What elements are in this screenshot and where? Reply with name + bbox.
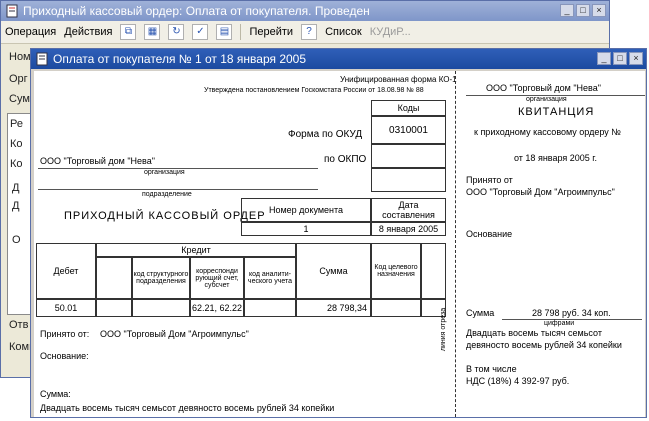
actions-menu[interactable]: Действия [64,21,112,43]
department-caption: подразделение [142,191,192,198]
receipt-sum-words-2: девяносто восемь рублей 34 копейки [466,340,622,350]
sum-label: Сумма: [40,389,71,399]
maximize-button[interactable]: □ [576,4,590,17]
receipt-received-value: ООО "Торговый Дом "Агроимпульс" [466,187,615,197]
goto-menu[interactable]: Перейти [249,21,293,43]
side-label: Ко [10,158,23,170]
receipt-including-label: В том числе [466,364,517,374]
col-code-dept: код структурного подразделения [132,257,190,299]
received-from-label: Принято от: [40,329,90,339]
document-icon [36,52,48,66]
list-button[interactable]: Список [325,21,362,43]
receipt-sum-label: Сумма [466,308,495,318]
back-window-titlebar[interactable]: Приходный кассовый ордер: Оплата от поку… [1,1,609,21]
doc-number-header: Номер документа [241,198,371,222]
receipt-date: от 18 января 2005 г. [514,153,597,163]
receipt-vat: НДС (18%) 4 392-97 руб. [466,376,570,386]
unified-form-note: Унифицированная форма КО-1 [340,75,457,84]
receipt-title: КВИТАНЦИЯ [518,106,595,118]
close-button[interactable]: × [629,52,643,65]
back-window-title: Приходный кассовый ордер: Оплата от поку… [23,4,370,18]
col-analytic: код аналити- ческого учета [244,257,296,299]
side-label: Отв [9,319,29,331]
okpo-label: по ОКПО [324,154,367,165]
refresh-icon[interactable]: ↻ [168,24,185,40]
side-label: Д [12,182,20,194]
minimize-button[interactable]: _ [597,52,611,65]
col-last [421,243,446,299]
col-sum: Сумма [296,243,371,299]
row-code-dept [132,299,190,317]
col-purpose: Код целевого назначения [371,243,421,299]
toolbar-separator [240,24,242,40]
front-window-title: Оплата от покупателя № 1 от 18 января 20… [53,52,307,66]
receipt-organization: ООО "Торговый дом "Нева" [486,83,601,93]
approval-note: Утверждена постановлением Госкомстата Ро… [204,87,424,94]
col-corr-account: корреспонди рующий счет, субсчет [190,257,244,299]
receipt-basis-label: Основание [466,229,513,239]
kudir-button[interactable]: КУДиР... [370,21,411,43]
row-analytic [244,299,296,317]
sum-words: Двадцать восемь тысяч семьсот девяносто … [40,403,335,413]
basis-label: Основание: [40,351,89,361]
receipt-sum-caption: цифрами [544,320,575,327]
row-purpose [371,299,421,317]
table-icon[interactable]: ▦ [144,24,161,40]
front-window-titlebar[interactable]: Оплата от покупателя № 1 от 18 января 20… [31,49,646,69]
close-button[interactable]: × [592,4,606,17]
okud-code: 0310001 [371,116,446,144]
doc-date-value: 8 января 2005 [371,222,446,236]
side-label: Орг [9,73,28,85]
print-icon[interactable]: ▤ [216,24,233,40]
side-label: О [12,234,21,246]
help-icon[interactable]: ? [301,24,318,40]
maximize-button[interactable]: □ [613,52,627,65]
cut-line-label: линия отреза [440,307,448,352]
receipt-sum-figures: 28 798 руб. 34 коп. [532,308,611,318]
received-from-value: ООО "Торговый Дом "Агроимпульс" [100,329,249,339]
okpo-code [371,144,446,168]
organization-caption: организация [144,169,185,176]
receipt-to-order: к приходному кассовому ордеру № [474,127,621,137]
document-icon [6,4,18,18]
side-label: Ре [10,118,23,130]
row-debit: 50.01 [36,299,96,317]
post-icon[interactable]: ✓ [192,24,209,40]
row-corr-account: 62.21, 62.22 [190,299,244,317]
doc-date-header: Дата составления [371,198,446,222]
receipt-sum-words-1: Двадцать восемь тысяч семьсот [466,328,602,338]
row-sum: 28 798,34 [296,299,371,317]
back-window-toolbar: Операция Действия ⧉ ▦ ↻ ✓ ▤ Перейти ? Сп… [1,21,609,44]
document-page: Унифицированная форма КО-1 Утверждена по… [34,71,645,417]
department-underline [38,189,318,190]
side-label: Ко [10,138,23,150]
col-empty [96,257,132,299]
empty-code [371,168,446,192]
receipt-org-caption: организация [526,96,567,103]
front-window: Оплата от покупателя № 1 от 18 января 20… [30,48,647,418]
row-empty [96,299,132,317]
back-panel: Ре Ко Ко Д Д О [7,113,31,315]
okud-label: Форма по ОКУД [288,129,363,140]
minimize-button[interactable]: _ [560,4,574,17]
doc-number-value: 1 [241,222,371,236]
side-label: Ном [9,51,31,63]
copy-icon[interactable]: ⧉ [120,24,137,40]
cut-line [455,71,456,417]
operation-menu[interactable]: Операция [5,21,56,43]
document-title: ПРИХОДНЫЙ КАССОВЫЙ ОРДЕР [64,210,266,222]
side-label: Д [12,200,20,212]
codes-header: Коды [371,100,446,116]
credit-header: Кредит [96,243,296,257]
debit-header: Дебет [36,243,96,299]
organization-name: ООО "Торговый дом "Нева" [40,156,155,166]
receipt-received-label: Принято от [466,175,513,185]
